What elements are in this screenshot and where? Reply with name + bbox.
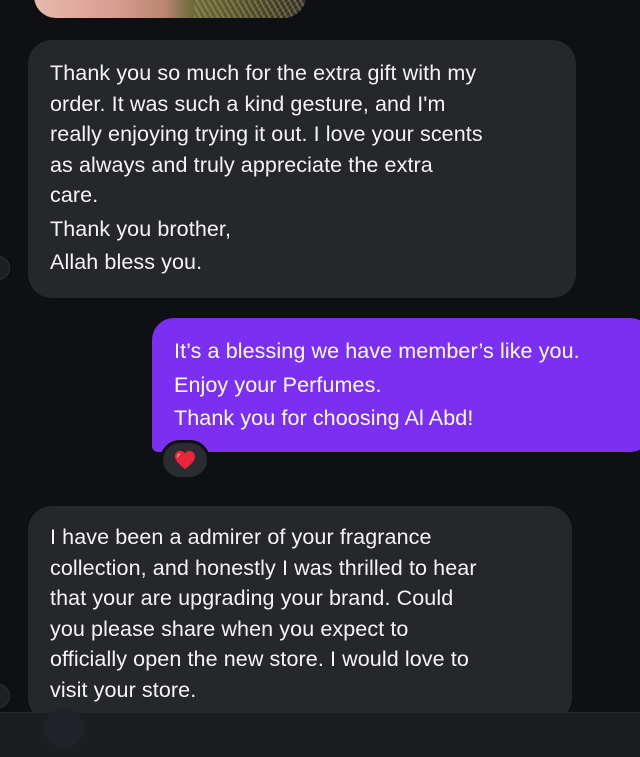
message-line: that your are upgrading your brand. Coul… — [50, 586, 454, 610]
message-line: Thank you so much for the extra gift wit… — [50, 61, 477, 85]
shared-photo-message[interactable] — [34, 0, 306, 18]
message-line: collection, and honestly I was thrilled … — [50, 555, 477, 580]
message-line: Thank you brother, — [50, 216, 232, 241]
message-line: really enjoying trying it out. I love yo… — [50, 122, 483, 146]
message-line: officially open the new store. I would l… — [50, 647, 469, 671]
message-line: order. It was such a kind gesture, and I… — [50, 91, 446, 116]
composer-bar[interactable] — [0, 712, 640, 757]
incoming-message-bubble[interactable]: Thank you so much for the extra gift wit… — [28, 40, 576, 298]
message-line: I have been a admirer of your fragrance — [50, 525, 432, 549]
message-line: care. — [50, 183, 99, 207]
sender-avatar[interactable] — [0, 684, 10, 708]
message-reaction[interactable] — [160, 440, 210, 480]
sender-avatar[interactable] — [0, 256, 10, 280]
message-line: you please share when you expect to — [50, 616, 409, 641]
message-line: as always and truly appreciate the extra — [50, 152, 433, 177]
message-line: visit your store. — [50, 677, 197, 702]
incoming-message-bubble[interactable]: I have been a admirer of your fragrance … — [28, 506, 572, 722]
message-line: Enjoy your Perfumes. — [174, 372, 382, 397]
message-line: Allah bless you. — [50, 250, 203, 274]
outgoing-message-bubble[interactable]: It’s a blessing we have member’s like yo… — [152, 318, 640, 452]
chat-screen: Thank you so much for the extra gift wit… — [0, 0, 640, 757]
message-line: Thank you for choosing Al Abd! — [174, 406, 474, 430]
reaction-avatar — [44, 708, 84, 748]
red-heart-icon — [174, 450, 196, 470]
message-line: It’s a blessing we have member’s like yo… — [174, 339, 580, 363]
